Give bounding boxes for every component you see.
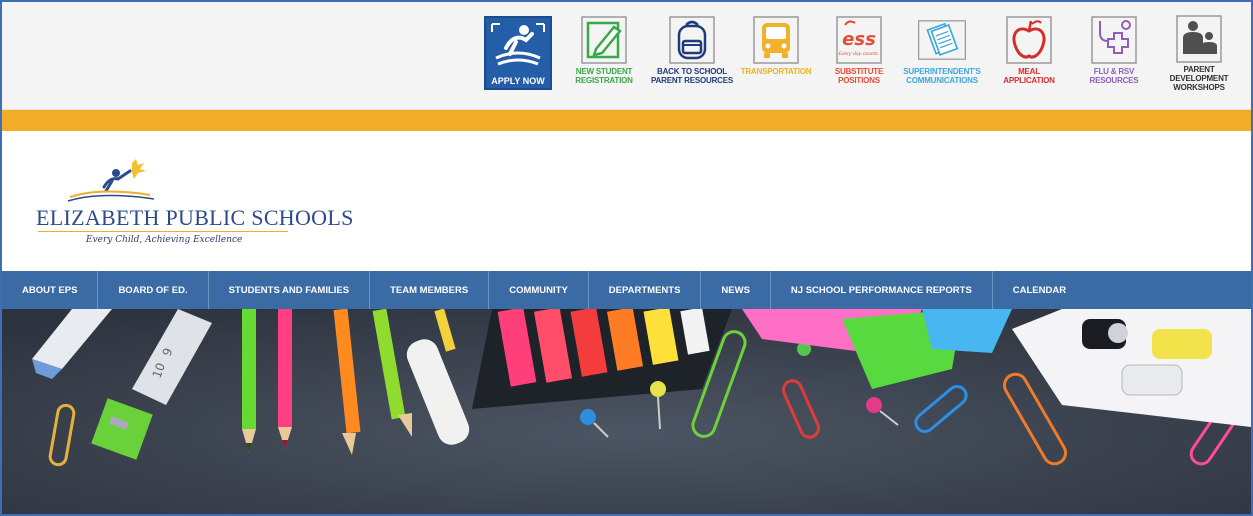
apple-icon — [1006, 16, 1052, 64]
apply-now-label: APPLY NOW — [491, 76, 545, 86]
school-supplies-illustration: 9 10 — [2, 309, 1251, 514]
logo-name: ELIZABETH PUBLIC SCHOOLS — [36, 205, 354, 230]
logo-tagline: Every Child, Achieving Excellence — [86, 235, 243, 245]
svg-text:Every day counts.: Every day counts. — [839, 51, 879, 57]
hero-school-supplies-image: 9 10 — [2, 309, 1251, 514]
nav-students-and-families[interactable]: STUDENTS AND FAMILIES — [209, 271, 371, 309]
backpack-icon — [669, 16, 715, 64]
new-student-registration-label: NEW STUDENT REGISTRATION — [575, 67, 633, 85]
quick-links-bar: APPLY NOW NEW STUDENT REGISTRATION BACK … — [2, 2, 1251, 110]
nav-news[interactable]: NEWS — [701, 271, 771, 309]
substitute-positions-link[interactable]: ess Every day counts. SUBSTITUTE POSITIO… — [814, 14, 904, 92]
parent-development-label: PARENT DEVELOPMENT WORKSHOPS — [1169, 65, 1229, 92]
nav-board-of-ed[interactable]: BOARD OF ED. — [98, 271, 209, 309]
nav-team-members[interactable]: TEAM MEMBERS — [370, 271, 490, 309]
documents-icon — [918, 20, 966, 60]
student-reading-icon — [491, 23, 545, 66]
transportation-label: TRANSPORTATION — [740, 67, 812, 76]
school-bus-icon — [753, 16, 799, 64]
nav-calendar[interactable]: CALENDAR — [993, 271, 1086, 309]
substitute-positions-label: SUBSTITUTE POSITIONS — [834, 67, 884, 85]
back-to-school-label: BACK TO SCHOOL PARENT RESOURCES — [651, 67, 733, 85]
site-logo[interactable]: ELIZABETH PUBLIC SCHOOLS Every Child, Ac… — [32, 157, 353, 253]
nav-departments[interactable]: DEPARTMENTS — [589, 271, 702, 309]
back-to-school-link[interactable]: BACK TO SCHOOL PARENT RESOURCES — [647, 14, 737, 92]
header-logo-area: ELIZABETH PUBLIC SCHOOLS Every Child, Ac… — [2, 131, 1251, 271]
accent-strip — [2, 110, 1251, 131]
page-frame: APPLY NOW NEW STUDENT REGISTRATION BACK … — [0, 0, 1253, 516]
meal-application-label: MEAL APPLICATION — [1003, 67, 1055, 85]
ess-logo-icon: ess Every day counts. — [836, 16, 882, 64]
flu-rsv-resources-link[interactable]: FLU & RSV RESOURCES — [1069, 14, 1159, 92]
superintendent-communications-link[interactable]: SUPERINTENDENT'S COMMUNICATIONS — [897, 14, 987, 92]
stethoscope-cross-icon — [1091, 16, 1137, 64]
apply-now-button[interactable]: APPLY NOW — [484, 16, 552, 90]
new-student-registration-link[interactable]: NEW STUDENT REGISTRATION — [559, 14, 649, 92]
logo-underline — [38, 231, 288, 232]
reading-child-icon — [67, 159, 155, 202]
meal-application-link[interactable]: MEAL APPLICATION — [984, 14, 1074, 92]
nav-community[interactable]: COMMUNITY — [489, 271, 589, 309]
transportation-link[interactable]: TRANSPORTATION — [731, 14, 821, 92]
parent-child-icon — [1176, 15, 1222, 63]
nav-nj-school-performance-reports[interactable]: NJ SCHOOL PERFORMANCE REPORTS — [771, 271, 993, 309]
parent-development-link[interactable]: PARENT DEVELOPMENT WORKSHOPS — [1154, 14, 1244, 92]
main-nav: ABOUT EPS BOARD OF ED. STUDENTS AND FAMI… — [2, 271, 1251, 309]
pencil-form-icon — [581, 16, 627, 64]
superintendent-communications-label: SUPERINTENDENT'S COMMUNICATIONS — [903, 67, 981, 85]
svg-text:ess: ess — [842, 29, 876, 50]
flu-rsv-resources-label: FLU & RSV RESOURCES — [1089, 67, 1139, 85]
nav-about-eps[interactable]: ABOUT EPS — [2, 271, 99, 309]
